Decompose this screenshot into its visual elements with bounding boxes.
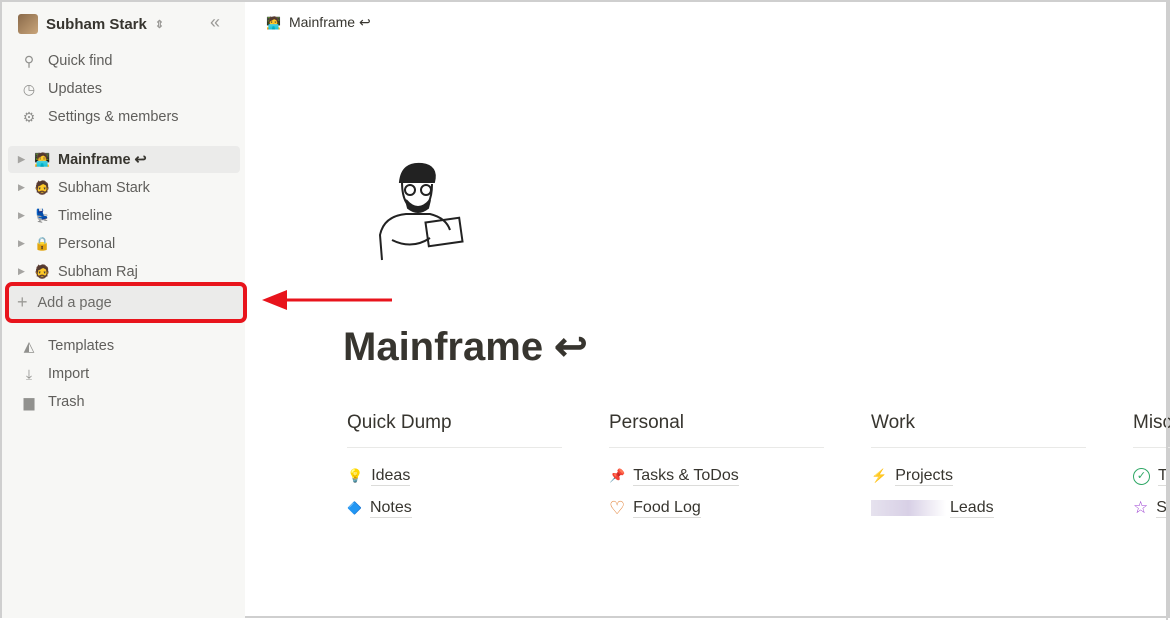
sidebar-page-timeline[interactable]: ▶ 💺 Timeline — [8, 202, 240, 229]
nav-label: Settings & members — [48, 109, 179, 125]
heart-icon: ♡ — [609, 497, 626, 518]
nav-import[interactable]: ⤓ Import — [20, 362, 89, 386]
link-label: Leads — [950, 498, 994, 518]
column-personal: Personal 📌 Tasks & ToDos ♡ Food Log — [609, 412, 824, 524]
gear-icon: ⚙ — [22, 108, 36, 125]
page-icon: 💺 — [34, 207, 51, 223]
sidebar-page-subham-raj[interactable]: ▶ 🧔 Subham Raj — [8, 258, 240, 285]
page-icon: 🧔 — [34, 263, 51, 279]
double-chevron-left-icon[interactable]: « — [210, 12, 220, 33]
column-heading: Work — [871, 412, 1086, 448]
download-icon: ⤓ — [25, 365, 33, 382]
sidebar-page-subham-stark[interactable]: ▶ 🧔 Subham Stark — [8, 174, 240, 201]
red-arrow-annotation — [262, 290, 392, 310]
page-label: Timeline — [58, 207, 113, 224]
column-heading: Quick Dump — [347, 412, 562, 448]
window-edge — [1166, 2, 1168, 620]
link-misc-1[interactable]: ✓ T — [1133, 460, 1170, 492]
link-label: Tasks & ToDos — [633, 466, 739, 486]
blurred-region — [871, 500, 946, 516]
expand-triangle-icon[interactable]: ▶ — [18, 182, 26, 193]
link-label: Ideas — [371, 466, 411, 486]
link-tasks[interactable]: 📌 Tasks & ToDos — [609, 460, 824, 492]
avatar — [18, 14, 38, 34]
nav-trash[interactable]: ▆ Trash — [20, 390, 85, 414]
column-heading: Misc — [1133, 412, 1170, 448]
nav-quick-find[interactable]: ⚲ Quick find — [20, 49, 113, 73]
chevron-up-down-icon: ⇕ — [154, 18, 165, 31]
link-label: Food Log — [633, 498, 701, 518]
nav-label: Quick find — [48, 53, 113, 69]
page-icon: 🧔 — [34, 179, 51, 195]
expand-triangle-icon[interactable]: ▶ — [18, 266, 26, 277]
page-cover-illustration — [378, 162, 464, 261]
column-work: Work ⚡ Projects Leads — [871, 412, 1086, 524]
page-label: Subham Raj — [58, 263, 138, 280]
workspace-name: Subham Stark — [46, 15, 147, 33]
expand-triangle-icon[interactable]: ▶ — [18, 210, 26, 221]
nav-settings[interactable]: ⚙ Settings & members — [20, 105, 179, 129]
bulb-icon: 💡 — [347, 468, 364, 483]
column-heading: Personal — [609, 412, 824, 448]
sidebar-page-personal[interactable]: ▶ 🔒 Personal — [8, 230, 240, 257]
link-projects[interactable]: ⚡ Projects — [871, 460, 1086, 492]
nav-templates[interactable]: ◭ Templates — [20, 334, 114, 358]
check-circle-icon: ✓ — [1133, 467, 1150, 485]
link-leads[interactable]: Leads — [871, 492, 1086, 524]
nav-label: Templates — [48, 338, 115, 354]
clock-icon: ◷ — [22, 80, 36, 97]
link-misc-2[interactable]: ☆ S — [1133, 492, 1170, 524]
page-label: Subham Stark — [58, 179, 150, 196]
link-food-log[interactable]: ♡ Food Log — [609, 492, 824, 524]
page-icon: 🧑‍💻 — [266, 15, 281, 30]
nav-label: Trash — [48, 394, 85, 410]
page-label: Mainframe ↩ — [58, 151, 147, 168]
pin-icon: 📌 — [609, 468, 626, 483]
star-icon: ☆ — [1133, 498, 1149, 517]
page-icon: 🔒 — [34, 235, 51, 251]
expand-triangle-icon[interactable]: ▶ — [18, 154, 26, 165]
templates-icon: ◭ — [23, 337, 35, 354]
column-misc: Misc ✓ T ☆ S — [1133, 412, 1170, 524]
expand-triangle-icon[interactable]: ▶ — [18, 238, 26, 249]
breadcrumb[interactable]: 🧑‍💻 Mainframe ↩ — [266, 14, 371, 31]
page-label: Personal — [58, 235, 116, 252]
lightning-icon: ⚡ — [871, 468, 888, 483]
layers-icon: 🔷 — [347, 501, 362, 515]
breadcrumb-label: Mainframe ↩ — [288, 14, 371, 30]
link-ideas[interactable]: 💡 Ideas — [347, 460, 562, 492]
search-icon: ⚲ — [23, 52, 35, 69]
page-icon: 🧑‍💻 — [34, 151, 51, 167]
page-title[interactable]: Mainframe ↩ — [343, 324, 588, 370]
workspace-switcher[interactable]: Subham Stark ⇕ — [18, 14, 164, 34]
sidebar-page-mainframe[interactable]: ▶ 🧑‍💻 Mainframe ↩ — [8, 146, 240, 173]
sidebar: Subham Stark ⇕ « ⚲ Quick find ◷ Updates ⚙ S… — [2, 2, 247, 618]
nav-label: Updates — [48, 81, 103, 97]
link-label: Notes — [369, 498, 412, 518]
column-quick-dump: Quick Dump 💡 Ideas 🔷 Notes — [347, 412, 562, 524]
highlight-box — [5, 282, 247, 323]
nav-updates[interactable]: ◷ Updates — [20, 77, 102, 101]
nav-label: Import — [48, 366, 90, 382]
link-label: Projects — [895, 466, 953, 486]
link-notes[interactable]: 🔷 Notes — [347, 492, 562, 524]
trash-icon: ▆ — [23, 393, 35, 410]
